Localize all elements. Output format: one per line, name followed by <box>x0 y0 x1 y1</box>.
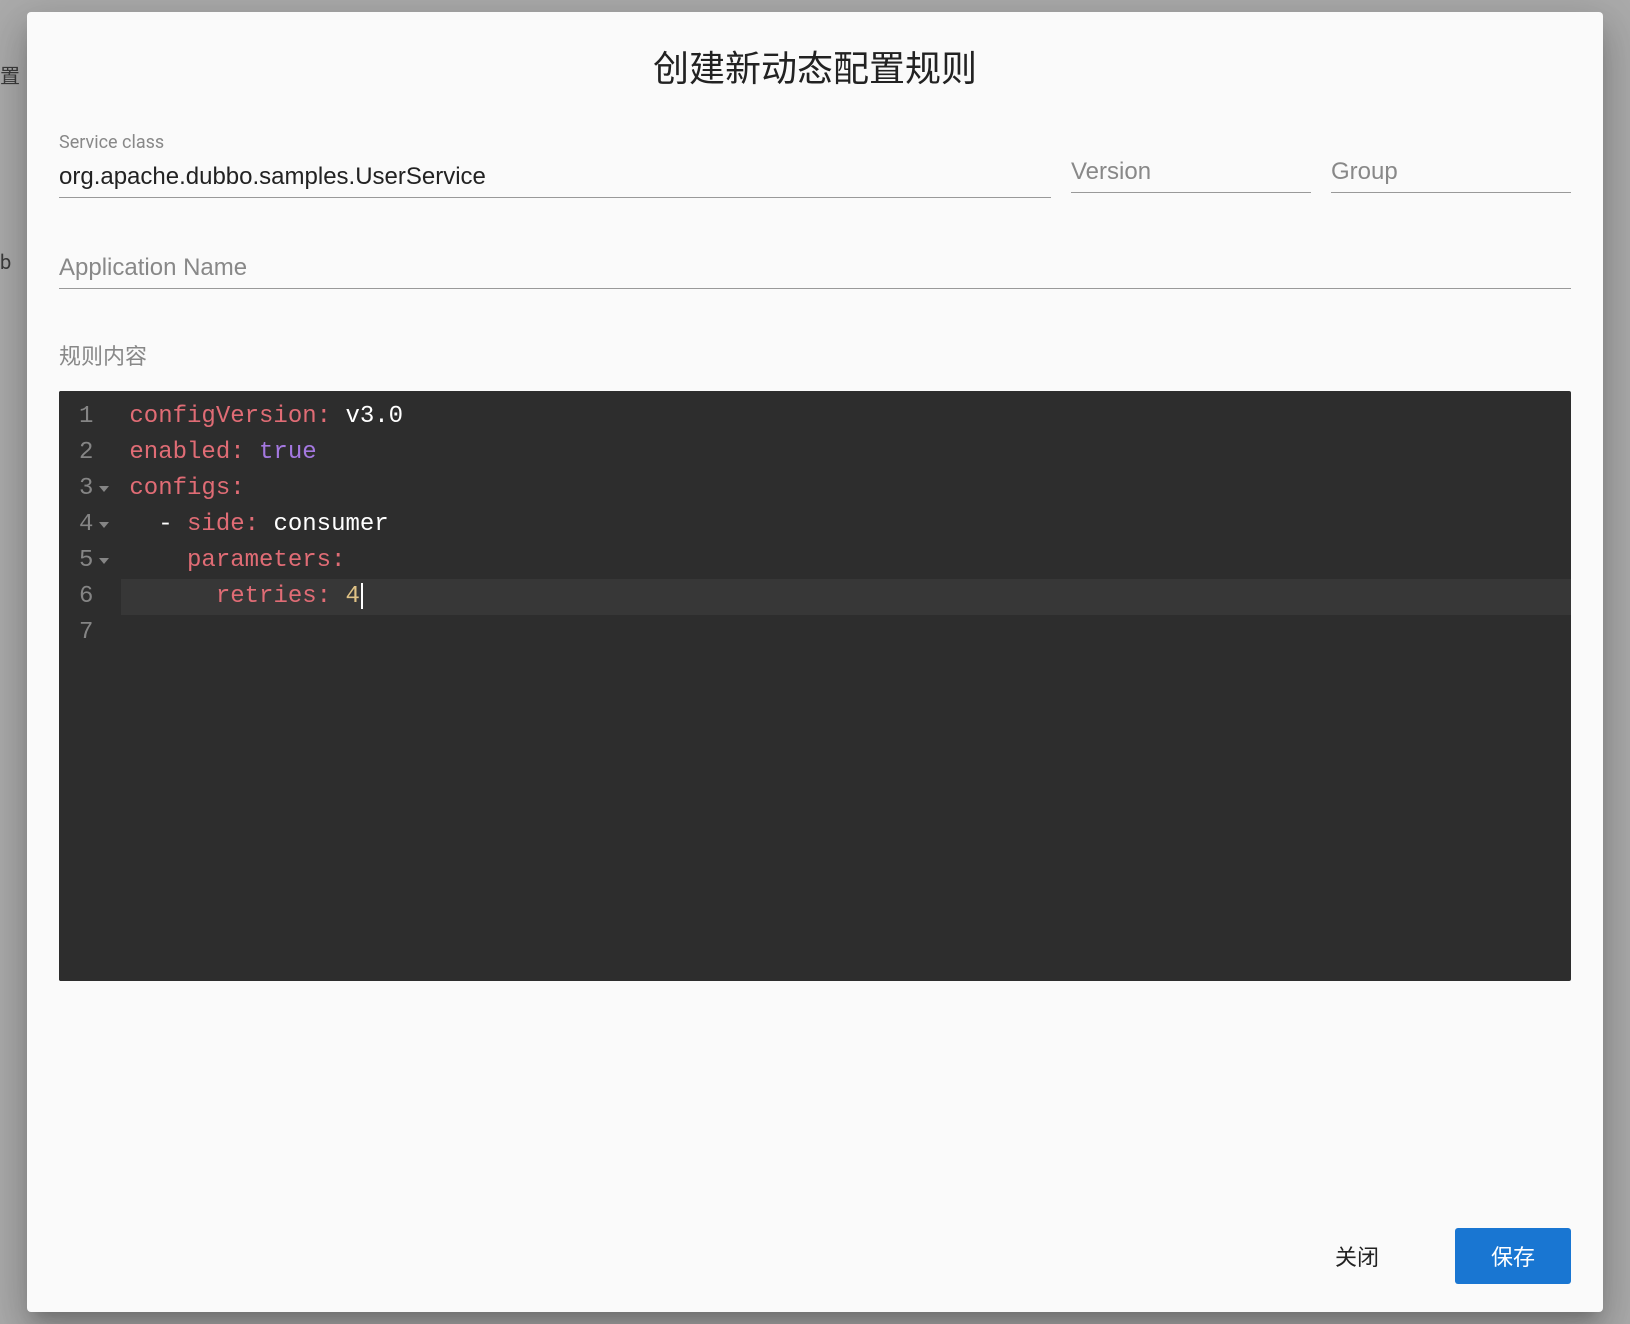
line-number: 4 <box>79 507 109 543</box>
save-button[interactable]: 保存 <box>1455 1228 1571 1284</box>
line-number: 2 <box>79 435 109 471</box>
fold-marker-icon[interactable] <box>99 486 109 492</box>
fold-marker-icon[interactable] <box>99 558 109 564</box>
code-editor[interactable]: 1234567 configVersion: v3.0enabled: true… <box>59 391 1571 981</box>
code-content[interactable]: configVersion: v3.0enabled: trueconfigs:… <box>121 391 1571 981</box>
version-input[interactable] <box>1071 132 1311 193</box>
dialog-overlay: 创建新动态配置规则 Service class <box>0 0 1630 1324</box>
close-button[interactable]: 关闭 <box>1299 1228 1415 1284</box>
line-number: 5 <box>79 543 109 579</box>
code-line[interactable]: retries: 4 <box>121 579 1571 615</box>
line-number: 7 <box>79 615 109 651</box>
dialog-actions: 关闭 保存 <box>27 1200 1603 1312</box>
field-row-1: Service class <box>59 132 1571 198</box>
code-line[interactable] <box>121 615 1571 651</box>
group-input[interactable] <box>1331 132 1571 193</box>
create-rule-dialog: 创建新动态配置规则 Service class <box>27 12 1603 1312</box>
dialog-title: 创建新动态配置规则 <box>27 12 1603 132</box>
service-class-label: Service class <box>59 132 1051 153</box>
line-number: 1 <box>79 399 109 435</box>
code-gutter: 1234567 <box>59 391 121 981</box>
application-name-field-wrapper <box>59 248 1571 289</box>
text-cursor <box>361 583 363 609</box>
group-field-wrapper <box>1331 132 1571 198</box>
line-number: 6 <box>79 579 109 615</box>
service-class-input[interactable] <box>59 157 1051 198</box>
application-name-input[interactable] <box>59 248 1571 289</box>
code-line[interactable]: - side: consumer <box>121 507 1571 543</box>
fold-marker-icon[interactable] <box>99 522 109 528</box>
service-class-field-wrapper: Service class <box>59 132 1051 198</box>
code-line[interactable]: parameters: <box>121 543 1571 579</box>
code-line[interactable]: configVersion: v3.0 <box>121 399 1571 435</box>
line-number: 3 <box>79 471 109 507</box>
dialog-content: Service class 规则内容 1234567 <box>27 132 1603 1200</box>
field-row-2 <box>59 248 1571 289</box>
rule-content-label: 规则内容 <box>59 339 1571 371</box>
code-line[interactable]: enabled: true <box>121 435 1571 471</box>
version-field-wrapper <box>1071 132 1311 198</box>
code-line[interactable]: configs: <box>121 471 1571 507</box>
